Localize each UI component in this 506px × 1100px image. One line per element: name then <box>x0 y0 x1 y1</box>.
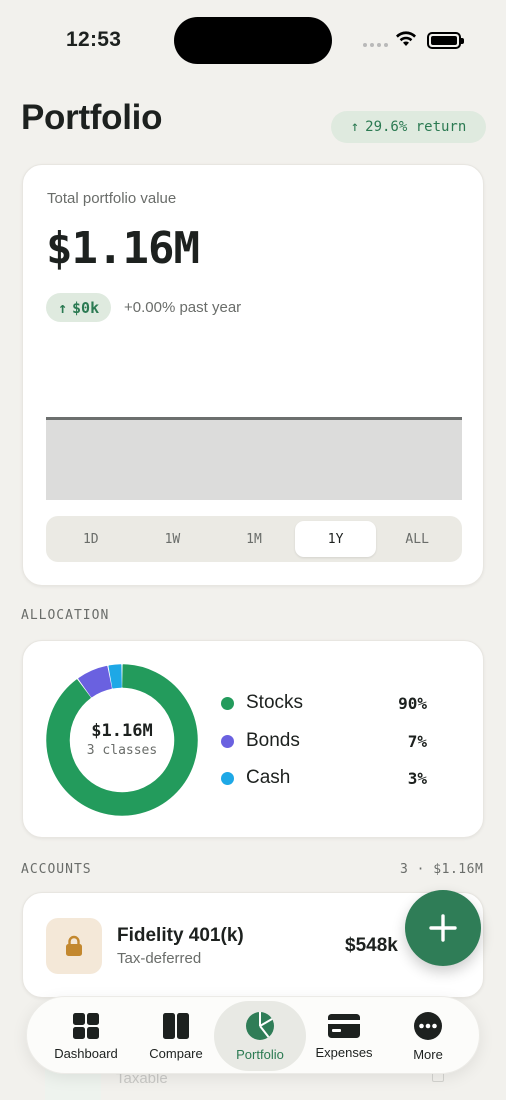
account-type: Tax-deferred <box>117 950 202 967</box>
tab-expenses[interactable]: Expenses <box>302 1001 386 1071</box>
allocation-card[interactable]: $1.16M 3 classes Stocks 90% Bonds 7% Cas… <box>22 640 484 838</box>
change-amount: $0k <box>72 298 100 317</box>
account-balance: $548k <box>345 935 398 956</box>
range-selector: 1D 1W 1M 1Y ALL <box>46 516 462 562</box>
accounts-summary: 3 · $1.16M <box>400 862 484 877</box>
change-badge: ↑ $0k <box>46 293 112 322</box>
lock-icon <box>46 918 102 974</box>
donut-center-value: $1.16M <box>91 721 153 741</box>
bonds-dot-icon <box>221 734 234 748</box>
tab-portfolio[interactable]: Portfolio <box>214 1001 306 1071</box>
dashboard-icon <box>73 1012 99 1039</box>
battery-icon <box>427 32 464 49</box>
portfolio-value-card: Total portfolio value $1.16M ↑ $0k +0.00… <box>22 164 484 586</box>
range-all[interactable]: ALL <box>376 521 458 557</box>
legend-row-bonds: Bonds 7% <box>221 729 427 753</box>
arrow-up-icon: ↑ <box>350 119 360 135</box>
legend-name: Stocks <box>246 692 304 713</box>
cash-dot-icon <box>221 771 234 785</box>
portfolio-value: $1.16M <box>46 223 200 274</box>
status-time: 12:53 <box>66 28 122 51</box>
arrow-up-icon: ↑ <box>58 298 68 317</box>
page-title: Portfolio <box>21 98 163 137</box>
legend-percent: 3% <box>407 768 427 788</box>
pie-chart-icon <box>246 1011 274 1040</box>
value-label: Total portfolio value <box>47 190 177 207</box>
return-text: 29.6% return <box>365 119 467 135</box>
account-name: Fidelity 401(k) <box>117 925 244 946</box>
legend-percent: 90% <box>398 693 427 713</box>
accounts-section-label: ACCOUNTS <box>21 862 92 877</box>
credit-card-icon <box>328 1013 360 1038</box>
tab-dashboard[interactable]: Dashboard <box>44 1001 128 1071</box>
range-1w[interactable]: 1W <box>132 521 214 557</box>
tab-label: Compare <box>149 1045 203 1061</box>
legend-name: Cash <box>246 767 291 788</box>
tab-compare[interactable]: Compare <box>134 1001 218 1071</box>
tab-label: More <box>413 1046 443 1062</box>
legend-row-cash: Cash 3% <box>221 766 427 790</box>
tab-bar: Dashboard Compare Portfolio Expenses Mor… <box>26 996 480 1074</box>
status-bar: 12:53 <box>0 0 506 80</box>
return-badge: ↑ 29.6% return <box>331 111 486 143</box>
range-1m[interactable]: 1M <box>213 521 295 557</box>
compare-icon <box>163 1012 189 1039</box>
donut-center-subtitle: 3 classes <box>86 743 158 758</box>
wifi-icon <box>396 31 416 46</box>
legend-name: Bonds <box>246 730 300 751</box>
more-icon <box>414 1011 442 1040</box>
tab-label: Portfolio <box>236 1046 284 1062</box>
plus-icon <box>429 914 457 942</box>
add-account-button[interactable] <box>405 890 481 966</box>
stocks-dot-icon <box>221 696 234 710</box>
tab-more[interactable]: More <box>386 1001 470 1071</box>
range-1d[interactable]: 1D <box>50 521 132 557</box>
dynamic-island <box>174 17 332 64</box>
legend-row-stocks: Stocks 90% <box>221 691 427 715</box>
allocation-section-label: ALLOCATION <box>21 608 110 623</box>
range-1y[interactable]: 1Y <box>294 521 377 557</box>
cellular-signal-icon <box>363 43 388 47</box>
tab-label: Dashboard <box>54 1045 118 1061</box>
legend-percent: 7% <box>407 731 427 751</box>
tab-label: Expenses <box>315 1044 373 1060</box>
change-subtitle: +0.00% past year <box>124 299 242 316</box>
value-chart <box>46 417 462 500</box>
